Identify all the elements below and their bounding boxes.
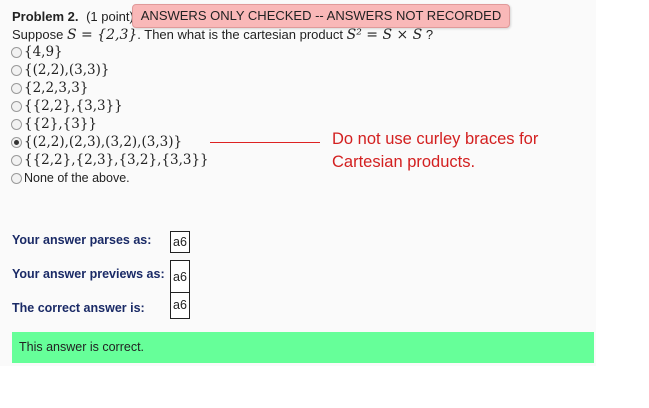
correct-feedback-banner: This answer is correct. <box>12 332 594 363</box>
annotation-line-2: Cartesian products. <box>332 153 476 171</box>
option-2[interactable]: {(2,2),(3,3)} <box>11 61 209 79</box>
parses-value: a6 <box>170 231 190 253</box>
radio-button[interactable] <box>11 46 22 58</box>
radio-button[interactable] <box>11 172 22 184</box>
option-label: {{2,2},{3,3}} <box>24 98 123 114</box>
set-definition: S = {2,3} <box>66 27 138 43</box>
radio-button[interactable] <box>11 154 22 166</box>
previews-value: a6 <box>170 260 190 294</box>
option-label: {{2},{3}} <box>24 116 98 132</box>
option-label: {4,9} <box>24 44 63 60</box>
problem-title: Problem 2. <box>12 9 79 24</box>
correct-answer-value: a6 <box>170 292 190 319</box>
option-8[interactable]: None of the above. <box>11 169 209 187</box>
radio-button-selected[interactable] <box>11 136 22 148</box>
option-5[interactable]: {{2},{3}} <box>11 115 209 133</box>
option-label: {2,2,3,3} <box>24 80 89 96</box>
option-label: None of the above. <box>24 171 130 185</box>
answer-options: {4,9} {(2,2),(3,3)} {2,2,3,3} {{2,2},{3,… <box>11 43 209 187</box>
radio-button[interactable] <box>11 82 22 94</box>
option-4[interactable]: {{2,2},{3,3}} <box>11 97 209 115</box>
question-suffix: ? <box>425 27 434 42</box>
option-label: {(2,2),(3,3)} <box>24 62 110 78</box>
option-6[interactable]: {(2,2),(2,3),(3,2),(3,3)} <box>11 133 209 151</box>
radio-button[interactable] <box>11 100 22 112</box>
radio-button[interactable] <box>11 118 22 130</box>
option-label: {{2,2},{2,3},{3,2},{3,3}} <box>24 152 209 168</box>
question-prefix: Suppose <box>12 27 64 42</box>
question-text: Suppose S = {2,3}. Then what is the cart… <box>12 26 433 44</box>
option-7[interactable]: {{2,2},{2,3},{3,2},{3,3}} <box>11 151 209 169</box>
annotation-pointer-line <box>210 142 320 143</box>
option-1[interactable]: {4,9} <box>11 43 209 61</box>
correct-answer-label: The correct answer is: <box>12 301 145 315</box>
product-expression: S² = S × S <box>346 27 423 43</box>
problem-header: Problem 2. (1 point) <box>12 7 134 27</box>
radio-button[interactable] <box>11 64 22 76</box>
annotation-comment: Do not use curley braces for Cartesian p… <box>332 128 592 174</box>
annotation-line-1: Do not use curley braces for <box>332 130 539 148</box>
question-middle: . Then what is the cartesian product <box>137 27 343 42</box>
parses-label: Your answer parses as: <box>12 233 152 247</box>
previews-label: Your answer previews as: <box>12 267 165 281</box>
option-label: {(2,2),(2,3),(3,2),(3,3)} <box>24 134 183 150</box>
answers-not-recorded-notice: ANSWERS ONLY CHECKED -- ANSWERS NOT RECO… <box>132 4 510 28</box>
problem-points: (1 point) <box>86 9 134 24</box>
option-3[interactable]: {2,2,3,3} <box>11 79 209 97</box>
